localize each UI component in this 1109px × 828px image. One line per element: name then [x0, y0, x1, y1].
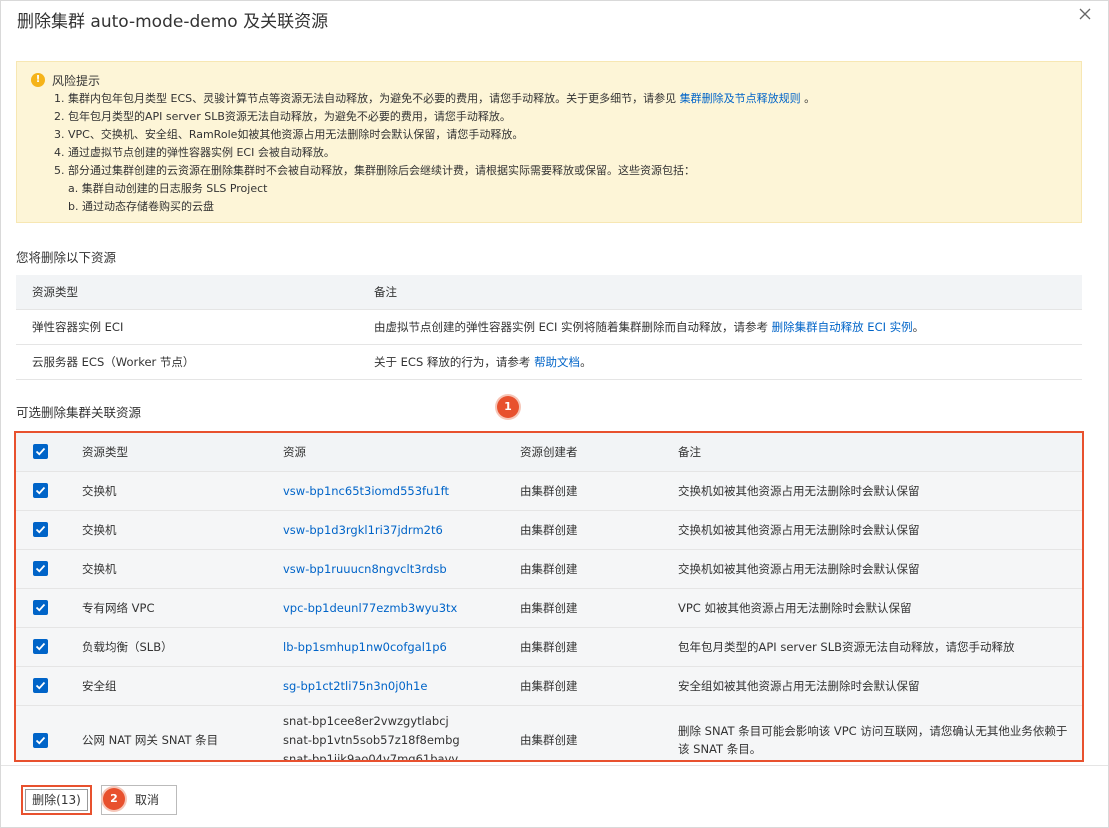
column-header: 备注	[358, 275, 1082, 310]
table-row: 弹性容器实例 ECI 由虚拟节点创建的弹性容器实例 ECI 实例将随着集群删除而…	[16, 309, 1082, 345]
warning-sub-item: a. 集群自动创建的日志服务 SLS Project	[68, 182, 268, 195]
resource-note-cell: 交换机如被其他资源占用无法删除时会默认保留	[673, 549, 1082, 589]
resources-table: 资源类型 备注 弹性容器实例 ECI 由虚拟节点创建的弹性容器实例 ECI 实例…	[16, 275, 1082, 380]
cluster-delete-rules-link[interactable]: 集群删除及节点释放规则	[680, 92, 801, 105]
resource-creator-cell: 由集群创建	[515, 705, 673, 760]
step-badge-1: 1	[497, 396, 519, 418]
resource-note-cell: 删除 SNAT 条目可能会影响该 VPC 访问互联网，请您确认无其他业务依赖于该…	[673, 705, 1082, 760]
row-checkbox[interactable]	[33, 732, 48, 748]
optional-resources-table: 资源类型 资源 资源创建者 备注 交换机 vsw-bp1nc65t3iomd55…	[16, 433, 1082, 762]
dialog-body: ! 风险提示 1. 集群内包年包月类型 ECS、灵骏计算节点等资源无法自动释放，…	[1, 35, 1108, 765]
table-header-row: 资源类型 备注	[16, 275, 1082, 310]
resource-note-cell: 交换机如被其他资源占用无法删除时会默认保留	[673, 510, 1082, 550]
resource-note-cell: 安全组如被其他资源占用无法删除时会默认保留	[673, 666, 1082, 706]
check-icon	[35, 603, 46, 612]
row-checkbox[interactable]	[33, 561, 48, 576]
delete-cluster-dialog: 删除集群 auto-mode-demo 及关联资源 ! 风险提示 1. 集群内包…	[0, 0, 1109, 828]
check-icon	[35, 486, 46, 495]
close-icon	[1079, 8, 1091, 20]
resource-id-link[interactable]: vpc-bp1deunl77ezmb3wyu3tx	[283, 601, 457, 615]
column-header: 资源	[278, 433, 515, 472]
optional-section-title: 可选删除集群关联资源	[16, 405, 142, 420]
resource-type-cell: 专有网络 VPC	[78, 588, 278, 628]
resource-id-link[interactable]: lb-bp1smhup1nw0cofgal1p6	[283, 640, 447, 654]
column-header: 备注	[673, 433, 1082, 472]
warning-sub-item: b. 通过动态存储卷购买的云盘	[68, 200, 214, 213]
resource-note-cell: 关于 ECS 释放的行为，请参考 帮助文档。	[358, 344, 1082, 380]
check-icon	[35, 736, 46, 744]
table-row: 安全组 sg-bp1ct2tli75n3n0j0h1e 由集群创建 安全组如被其…	[16, 666, 1082, 706]
resource-id-list: snat-bp1cee8er2vwzgytlabcj snat-bp1vtn5s…	[278, 705, 515, 762]
warning-item: 2. 包年包月类型的API server SLB资源无法自动释放，为避免不必要的…	[54, 110, 511, 123]
warning-item: 3. VPC、交换机、安全组、RamRole如被其他资源占用无法删除时会默认保留…	[54, 128, 524, 141]
check-icon	[35, 448, 46, 456]
resource-note-cell: VPC 如被其他资源占用无法删除时会默认保留	[673, 588, 1082, 628]
resource-type-cell: 交换机	[78, 549, 278, 589]
table-row: 负载均衡（SLB） lb-bp1smhup1nw0cofgal1p6 由集群创建…	[16, 627, 1082, 667]
resource-type-cell: 弹性容器实例 ECI	[16, 309, 358, 345]
dialog-footer: 删除(13) 取消 2	[1, 765, 1108, 827]
resource-type-cell: 交换机	[78, 510, 278, 550]
resource-type-cell: 公网 NAT 网关 SNAT 条目	[78, 705, 278, 760]
row-checkbox[interactable]	[33, 522, 48, 537]
dialog-title: 删除集群 auto-mode-demo 及关联资源	[17, 12, 329, 32]
resource-creator-cell: 由集群创建	[515, 627, 673, 667]
resource-note-cell: 由虚拟节点创建的弹性容器实例 ECI 实例将随着集群删除而自动释放，请参考 删除…	[358, 309, 1082, 345]
check-icon	[35, 525, 46, 534]
row-checkbox[interactable]	[33, 483, 48, 498]
column-header: 资源创建者	[515, 433, 673, 472]
check-icon	[35, 642, 46, 651]
resource-note-cell: 交换机如被其他资源占用无法删除时会默认保留	[673, 471, 1082, 511]
row-checkbox[interactable]	[33, 600, 48, 615]
cancel-button-label: 取消	[134, 793, 159, 807]
table-row: 交换机 vsw-bp1nc65t3iomd553fu1ft 由集群创建 交换机如…	[16, 471, 1082, 511]
resource-type-cell: 负载均衡（SLB）	[78, 627, 278, 667]
warning-list: 1. 集群内包年包月类型 ECS、灵骏计算节点等资源无法自动释放，为避免不必要的…	[31, 90, 1067, 216]
table-row: 交换机 vsw-bp1d3rgkl1ri37jdrm2t6 由集群创建 交换机如…	[16, 510, 1082, 550]
warning-icon: !	[31, 73, 45, 87]
column-header: 资源类型	[78, 433, 278, 472]
dialog-header: 删除集群 auto-mode-demo 及关联资源	[1, 1, 1108, 35]
warning-item: 4. 通过虚拟节点创建的弹性容器实例 ECI 会被自动释放。	[54, 146, 335, 159]
check-icon	[35, 564, 46, 573]
step-badge-2: 2	[103, 788, 125, 810]
resource-note-cell: 包年包月类型的API server SLB资源无法自动释放，请您手动释放	[673, 627, 1082, 667]
resource-id-link[interactable]: sg-bp1ct2tli75n3n0j0h1e	[283, 679, 427, 693]
row-checkbox[interactable]	[33, 678, 48, 693]
resource-creator-cell: 由集群创建	[515, 666, 673, 706]
table-row: 公网 NAT 网关 SNAT 条目 snat-bp1cee8er2vwzgytl…	[16, 705, 1082, 762]
resource-creator-cell: 由集群创建	[515, 510, 673, 550]
risk-warning-box: ! 风险提示 1. 集群内包年包月类型 ECS、灵骏计算节点等资源无法自动释放，…	[16, 61, 1082, 223]
resources-section-title: 您将删除以下资源	[16, 250, 117, 265]
optional-resources-box: 资源类型 资源 资源创建者 备注 交换机 vsw-bp1nc65t3iomd55…	[14, 431, 1084, 762]
resource-id-text: snat-bp1vtn5sob57z18f8embg	[283, 732, 460, 747]
table-header-row: 资源类型 资源 资源创建者 备注	[16, 433, 1082, 472]
warning-item: 5. 部分通过集群创建的云资源在删除集群时不会被自动释放，集群删除后会继续计费，…	[54, 164, 695, 177]
resource-id-link[interactable]: vsw-bp1d3rgkl1ri37jdrm2t6	[283, 523, 443, 537]
column-header: 资源类型	[16, 275, 358, 310]
resource-type-cell: 安全组	[78, 666, 278, 706]
table-row: 专有网络 VPC vpc-bp1deunl77ezmb3wyu3tx 由集群创建…	[16, 588, 1082, 628]
resource-id-text: snat-bp1cee8er2vwzgytlabcj	[283, 713, 449, 728]
resource-creator-cell: 由集群创建	[515, 549, 673, 589]
warning-item: 1. 集群内包年包月类型 ECS、灵骏计算节点等资源无法自动释放，为避免不必要的…	[54, 92, 816, 105]
resource-id-link[interactable]: vsw-bp1nc65t3iomd553fu1ft	[283, 484, 449, 498]
resource-type-cell: 云服务器 ECS（Worker 节点）	[16, 344, 358, 380]
select-all-checkbox[interactable]	[33, 444, 48, 460]
resource-id-text: snat-bp1ijk9ao04v7mg61bavv	[283, 751, 459, 762]
resource-id-link[interactable]: vsw-bp1ruuucn8ngvclt3rdsb	[283, 562, 447, 576]
table-row: 交换机 vsw-bp1ruuucn8ngvclt3rdsb 由集群创建 交换机如…	[16, 549, 1082, 589]
resource-creator-cell: 由集群创建	[515, 471, 673, 511]
warning-title: 风险提示	[52, 73, 101, 88]
eci-release-link[interactable]: 删除集群自动释放 ECI 实例	[772, 320, 913, 334]
delete-button[interactable]: 删除(13)	[21, 785, 92, 815]
close-button[interactable]	[1078, 7, 1096, 25]
table-row: 云服务器 ECS（Worker 节点） 关于 ECS 释放的行为，请参考 帮助文…	[16, 344, 1082, 380]
resource-creator-cell: 由集群创建	[515, 588, 673, 628]
check-icon	[35, 681, 46, 690]
resource-type-cell: 交换机	[78, 471, 278, 511]
help-doc-link[interactable]: 帮助文档	[534, 355, 580, 369]
row-checkbox[interactable]	[33, 639, 48, 654]
